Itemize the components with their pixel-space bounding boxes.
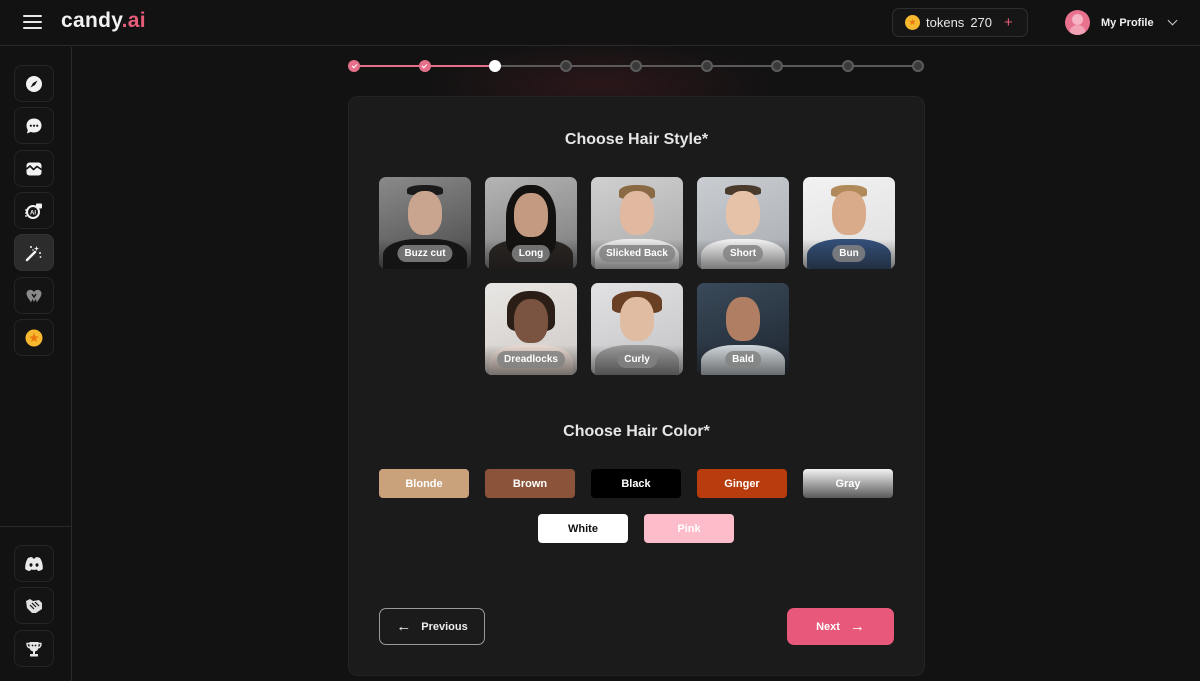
compass-icon [26, 75, 42, 92]
hair-style-option[interactable]: Long [485, 177, 577, 269]
magic-wand-icon [25, 245, 42, 261]
tokens-button[interactable]: ★ tokens 270 + [892, 8, 1028, 37]
hair-style-label: Short [722, 245, 764, 262]
progress-connector [777, 65, 848, 67]
hair-style-label: Dreadlocks [497, 351, 565, 368]
previous-button[interactable]: ← Previous [379, 608, 485, 645]
hair-style-label: Curly [617, 351, 657, 368]
hair-color-option-brown[interactable]: Brown [485, 469, 575, 498]
sidebar-item-explore[interactable] [14, 65, 54, 102]
portrait-face [514, 193, 548, 237]
progress-step-8 [841, 60, 854, 72]
profile-menu[interactable]: My Profile [1065, 10, 1178, 35]
hair-color-option-black[interactable]: Black [591, 469, 681, 498]
gallery-icon [25, 162, 42, 175]
progress-connector [354, 65, 425, 67]
portrait-face [620, 297, 654, 341]
progress-connector [424, 65, 495, 67]
sidebar-item-leaderboard[interactable] [14, 630, 54, 667]
hair-color-option-white[interactable]: White [538, 514, 628, 543]
hair-color-title: Choose Hair Color* [563, 423, 710, 440]
star-coin-icon [25, 329, 43, 346]
progress-step-7 [771, 60, 783, 72]
chevron-down-icon [1167, 15, 1178, 26]
sidebar-item-my-ai[interactable] [14, 277, 54, 314]
hair-style-label: Buzz cut [397, 245, 453, 262]
handshake-icon [26, 598, 42, 613]
trophy-icon [26, 641, 42, 656]
coin-icon: ★ [905, 15, 920, 30]
logo-accent: .ai [121, 9, 146, 32]
previous-label: Previous [421, 620, 468, 633]
menu-icon[interactable] [23, 15, 42, 29]
hair-style-label: Bald [725, 351, 761, 368]
hair-style-option[interactable]: Buzz cut [379, 177, 471, 269]
hair-style-option[interactable]: Slicked Back [591, 177, 683, 269]
hair-style-option[interactable]: Dreadlocks [485, 283, 577, 375]
hair-color-option-blonde[interactable]: Blonde [379, 469, 469, 498]
portrait-face [726, 191, 760, 235]
tokens-value: 270 [970, 15, 993, 30]
svg-text:AI: AI [30, 210, 36, 216]
tokens-label: tokens [926, 15, 965, 30]
add-tokens-icon[interactable]: + [1004, 14, 1013, 31]
hair-color-option-pink[interactable]: Pink [644, 514, 734, 543]
sidebar: AI [0, 47, 72, 681]
logo-main: candy [61, 9, 122, 32]
hair-style-label: Slicked Back [599, 245, 675, 262]
portrait-face [514, 299, 548, 343]
progress-step-4 [559, 60, 572, 72]
logo[interactable]: candy.ai [61, 9, 146, 33]
chat-icon [26, 118, 42, 133]
hair-color-option-gray[interactable]: Gray [803, 469, 893, 498]
hair-style-option[interactable]: Bun [803, 177, 895, 269]
sidebar-item-discord[interactable] [14, 545, 54, 582]
hair-style-title: Choose Hair Style* [564, 131, 709, 148]
hair-style-option[interactable]: Bald [697, 283, 789, 375]
hair-style-option[interactable]: Short [697, 177, 789, 269]
progress-step-3 [489, 60, 501, 72]
profile-name: My Profile [1101, 16, 1154, 29]
progress-step-9 [912, 60, 924, 72]
progress-connector [847, 65, 918, 67]
portrait-face [620, 191, 654, 235]
progress-connector [565, 65, 636, 67]
arrow-right-icon: → [849, 618, 865, 635]
sidebar-divider [0, 526, 72, 527]
sidebar-item-gallery[interactable] [14, 150, 54, 187]
arrow-left-icon: ← [396, 618, 412, 635]
hair-style-label: Long [511, 245, 551, 262]
portrait-face [726, 297, 760, 341]
check-icon [351, 62, 357, 69]
sidebar-item-affiliate[interactable] [14, 587, 54, 624]
hair-style-label: Bun [832, 245, 866, 262]
progress-stepper [348, 58, 924, 74]
progress-connector [636, 65, 707, 67]
hair-style-option[interactable]: Curly [591, 283, 683, 375]
avatar [1065, 10, 1090, 35]
check-icon [421, 62, 428, 69]
heart-icon [26, 289, 42, 302]
portrait-face [408, 191, 442, 235]
progress-connector [495, 65, 566, 67]
hair-color-option-ginger[interactable]: Ginger [697, 469, 787, 498]
sidebar-item-create-character[interactable] [14, 234, 54, 271]
next-button[interactable]: Next → [787, 608, 894, 645]
ai-camera-icon: AI [25, 203, 42, 219]
progress-step-2 [418, 60, 431, 72]
sidebar-item-chat[interactable] [14, 107, 54, 144]
next-label: Next [816, 620, 840, 633]
sidebar-item-premium[interactable] [14, 319, 54, 356]
sidebar-item-generate-image[interactable]: AI [14, 192, 54, 229]
top-header: candy.ai ★ tokens 270 + My Profile [0, 0, 1200, 46]
progress-connector [706, 65, 777, 67]
portrait-face [832, 191, 866, 235]
progress-step-5 [630, 60, 642, 72]
character-form-card: Choose Hair Style* Buzz cut Long Slicked B… [348, 96, 925, 676]
progress-step-6 [700, 60, 713, 72]
discord-icon [25, 556, 43, 571]
progress-step-1 [348, 60, 360, 72]
